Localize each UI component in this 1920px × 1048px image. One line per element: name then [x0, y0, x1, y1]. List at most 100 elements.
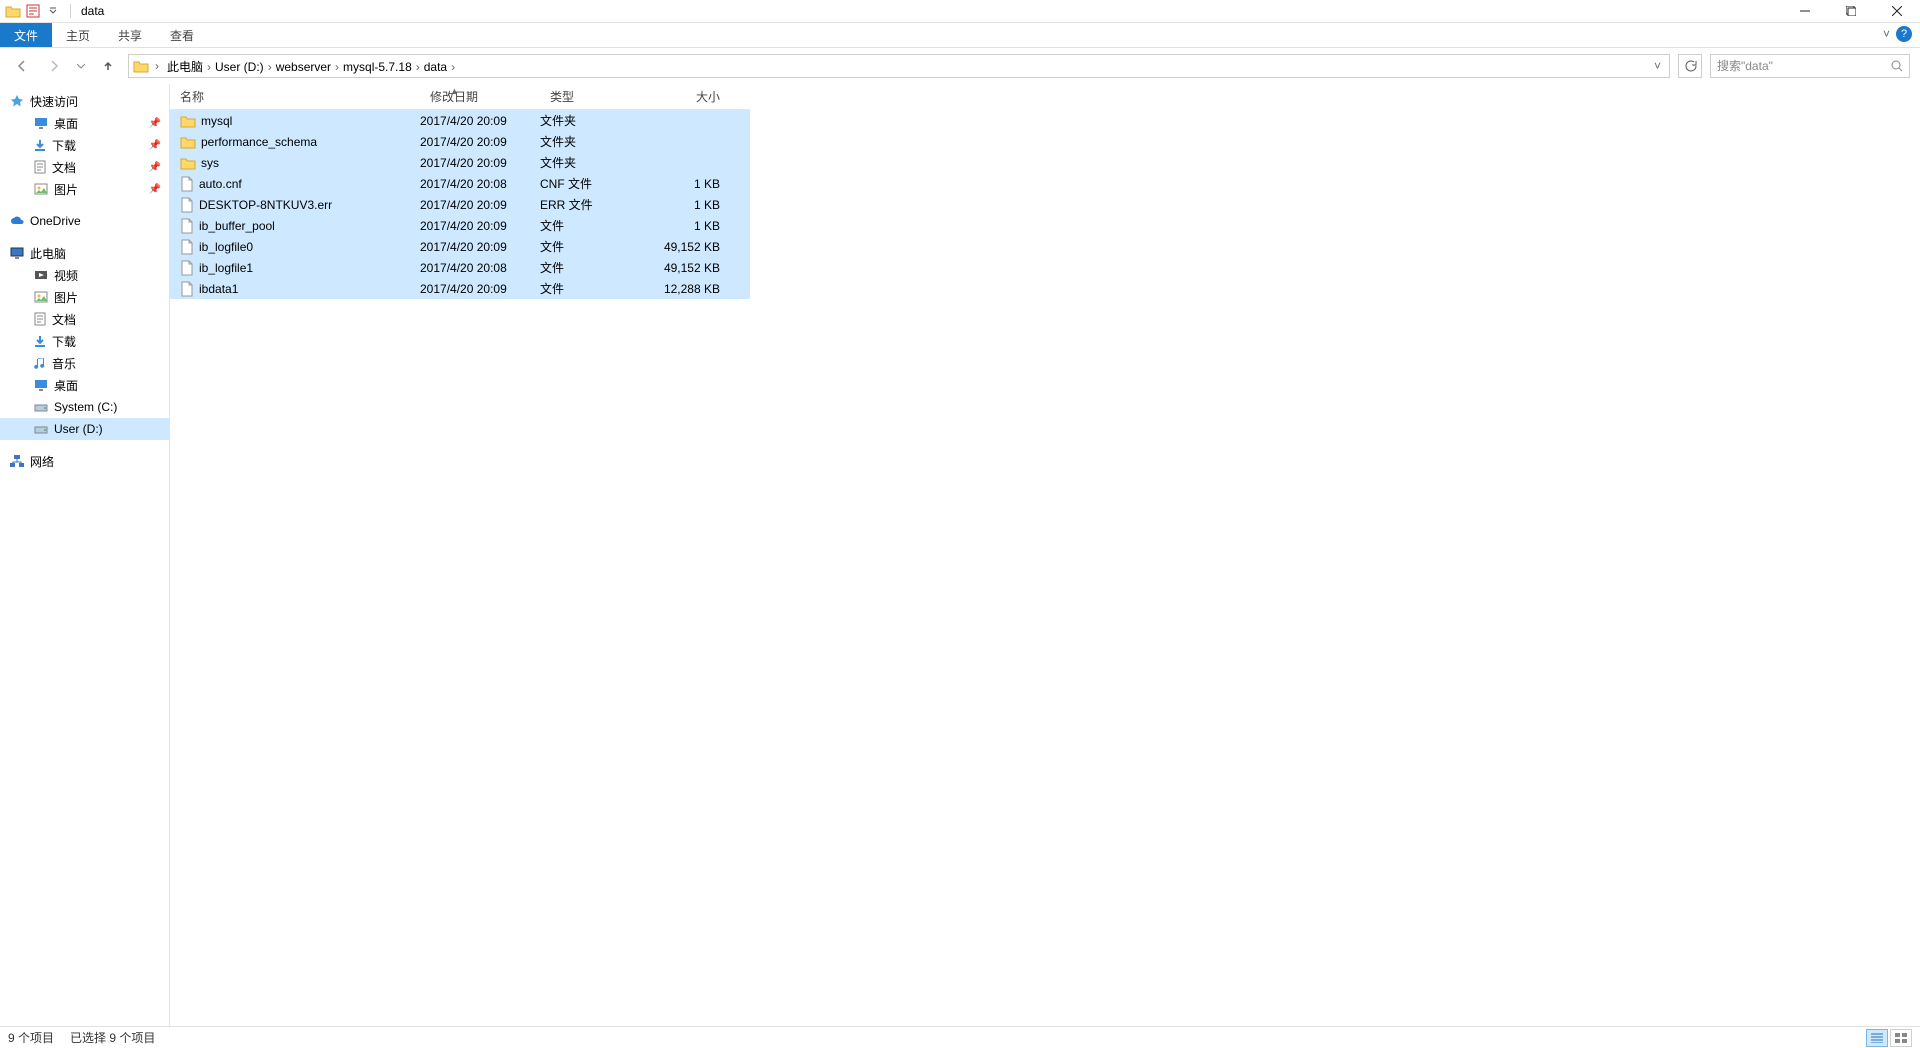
breadcrumb-segment[interactable]: mysql-5.7.18 [339, 60, 416, 74]
file-modified: 2017/4/20 20:09 [420, 135, 540, 149]
sidebar-item[interactable]: System (C:) [0, 396, 169, 418]
separator [70, 4, 71, 18]
sidebar-item-label: 桌面 [54, 115, 78, 132]
music-icon [34, 356, 46, 370]
file-type: ERR 文件 [540, 196, 640, 213]
breadcrumb-segment[interactable]: 此电脑 [163, 60, 207, 74]
file-name: performance_schema [201, 135, 317, 149]
star-icon [10, 94, 24, 108]
address-dropdown-icon[interactable]: ˅ [1648, 59, 1667, 73]
address-bar[interactable]: › 此电脑›User (D:)›webserver›mysql-5.7.18›d… [128, 54, 1670, 78]
sidebar-item-label: User (D:) [54, 422, 103, 436]
pic-icon [34, 291, 48, 303]
qat-dropdown-icon[interactable] [44, 2, 62, 20]
file-row[interactable]: ib_logfile12017/4/20 20:08文件49,152 KB [170, 257, 750, 278]
file-icon [180, 281, 194, 297]
file-icon [180, 218, 194, 234]
file-name: ib_buffer_pool [199, 219, 275, 233]
pin-icon: 📌 [149, 162, 161, 173]
sidebar-item[interactable]: 下载 [0, 330, 169, 352]
sidebar-item[interactable]: 音乐 [0, 352, 169, 374]
file-row[interactable]: ib_logfile02017/4/20 20:09文件49,152 KB [170, 236, 750, 257]
file-size: 49,152 KB [640, 240, 730, 254]
file-row[interactable]: performance_schema2017/4/20 20:09文件夹 [170, 131, 750, 152]
file-modified: 2017/4/20 20:09 [420, 219, 540, 233]
file-type: 文件 [540, 280, 640, 297]
sidebar-item[interactable]: 图片📌 [0, 178, 169, 200]
main-area: 快速访问 桌面📌下载📌文档📌图片📌 OneDrive 此电脑 视频图片文档下载音… [0, 84, 1920, 1026]
column-name[interactable]: 名称 [170, 88, 420, 105]
breadcrumb-segment[interactable]: webserver [272, 60, 335, 74]
file-size: 1 KB [640, 198, 730, 212]
ribbon-collapse-icon[interactable]: ˅ [1883, 27, 1890, 41]
sidebar-item[interactable]: 文档 📌 [0, 156, 169, 178]
properties-icon[interactable] [24, 2, 42, 20]
close-button[interactable] [1874, 0, 1920, 23]
sidebar-item[interactable]: 桌面📌 [0, 112, 169, 134]
up-button[interactable] [96, 54, 120, 78]
video-icon [34, 269, 48, 281]
recent-dropdown[interactable] [74, 54, 88, 78]
column-modified[interactable]: 修改日期 [420, 88, 540, 105]
search-input[interactable] [1717, 59, 1891, 73]
sidebar-item[interactable]: 视频 [0, 264, 169, 286]
sidebar-item-label: 视频 [54, 267, 78, 284]
sidebar-item-label: System (C:) [54, 400, 117, 414]
sidebar-quick-access[interactable]: 快速访问 [0, 90, 169, 112]
file-row[interactable]: sys2017/4/20 20:09文件夹 [170, 152, 750, 173]
sidebar-this-pc[interactable]: 此电脑 [0, 242, 169, 264]
sidebar-item-label: 桌面 [54, 377, 78, 394]
chevron-right-icon[interactable]: › [155, 59, 159, 73]
back-button[interactable] [10, 54, 34, 78]
drive-icon [34, 424, 48, 434]
desktop-icon [34, 117, 48, 129]
sidebar-item[interactable]: 图片 [0, 286, 169, 308]
file-type: 文件 [540, 217, 640, 234]
pin-icon: 📌 [149, 140, 161, 151]
ribbon-tab[interactable]: 共享 [104, 23, 156, 47]
breadcrumb-segment[interactable]: User (D:) [211, 60, 268, 74]
doc-icon [34, 160, 46, 174]
sidebar-onedrive[interactable]: OneDrive [0, 210, 169, 232]
breadcrumb-segment[interactable]: data [420, 60, 451, 74]
file-row[interactable]: auto.cnf2017/4/20 20:08CNF 文件1 KB [170, 173, 750, 194]
help-icon[interactable]: ? [1896, 26, 1912, 42]
file-list-pane: 名称 ▲ 修改日期 类型 大小 mysql2017/4/20 20:09文件夹p… [170, 84, 1920, 1026]
file-modified: 2017/4/20 20:08 [420, 177, 540, 191]
column-type[interactable]: 类型 [540, 88, 640, 105]
file-name: auto.cnf [199, 177, 242, 191]
file-name: ib_logfile0 [199, 240, 253, 254]
file-modified: 2017/4/20 20:09 [420, 198, 540, 212]
sidebar-item-label: OneDrive [30, 214, 81, 228]
doc-icon [34, 312, 46, 326]
file-name: ibdata1 [199, 282, 238, 296]
minimize-button[interactable] [1782, 0, 1828, 23]
ribbon-tab[interactable]: 查看 [156, 23, 208, 47]
sidebar-network[interactable]: 网络 [0, 450, 169, 472]
window-controls [1782, 0, 1920, 23]
file-row[interactable]: ibdata12017/4/20 20:09文件12,288 KB [170, 278, 750, 299]
ribbon-tab[interactable]: 文件 [0, 23, 52, 47]
file-icon [180, 260, 194, 276]
file-name: DESKTOP-8NTKUV3.err [199, 198, 332, 212]
sidebar-item-label: 文档 [52, 311, 76, 328]
file-row[interactable]: DESKTOP-8NTKUV3.err 2017/4/20 20:09ERR 文件… [170, 194, 750, 215]
column-size[interactable]: 大小 [640, 88, 730, 105]
file-icon [180, 239, 194, 255]
view-details-button[interactable] [1866, 1029, 1888, 1047]
sidebar-item[interactable]: 桌面 [0, 374, 169, 396]
maximize-button[interactable] [1828, 0, 1874, 23]
sidebar-item[interactable]: User (D:) [0, 418, 169, 440]
file-row[interactable]: mysql2017/4/20 20:09文件夹 [170, 110, 750, 131]
sidebar-item[interactable]: 下载📌 [0, 134, 169, 156]
view-thumbnails-button[interactable] [1890, 1029, 1912, 1047]
search-box[interactable] [1710, 54, 1910, 78]
chevron-right-icon[interactable]: › [451, 60, 455, 74]
file-row[interactable]: ib_buffer_pool2017/4/20 20:09文件1 KB [170, 215, 750, 236]
sidebar-item-label: 文档 [52, 159, 76, 176]
file-type: 文件 [540, 238, 640, 255]
refresh-button[interactable] [1678, 54, 1702, 78]
sidebar-item[interactable]: 文档 [0, 308, 169, 330]
ribbon-tab[interactable]: 主页 [52, 23, 104, 47]
forward-button[interactable] [42, 54, 66, 78]
